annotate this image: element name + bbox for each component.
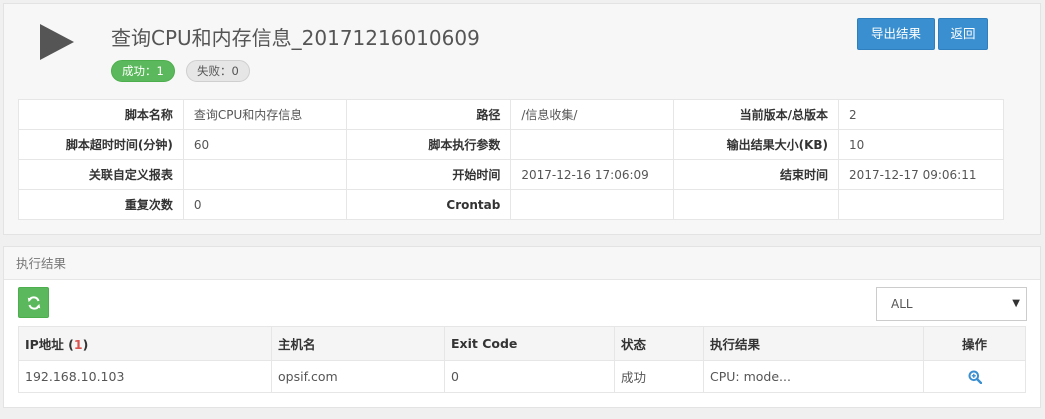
- column-header-actions: 操作: [923, 326, 1026, 361]
- info-key: 脚本名称: [18, 99, 184, 130]
- task-summary-panel: 查询CPU和内存信息_20171216010609 成功：1 失败：0 导出结果…: [3, 3, 1041, 235]
- info-value: 2017-12-17 09:06:11: [838, 159, 1004, 190]
- info-row: 关联自定义报表 开始时间 2017-12-16 17:06:09 结束时间 20…: [18, 159, 1004, 190]
- refresh-icon: [27, 295, 40, 310]
- info-key: 当前版本/总版本: [673, 99, 840, 130]
- caret-down-icon: ▼: [1012, 298, 1020, 309]
- info-value: [510, 189, 675, 220]
- status-filter-select[interactable]: ALL ▼: [876, 287, 1027, 321]
- refresh-button[interactable]: [18, 287, 49, 318]
- info-value: 2017-12-16 17:06:09: [510, 159, 675, 190]
- cell-exit-code: 0: [444, 360, 615, 393]
- info-key: 关联自定义报表: [18, 159, 184, 190]
- success-count-badge: 成功：1: [111, 60, 175, 82]
- column-header-result[interactable]: 执行结果: [703, 326, 924, 361]
- info-key: 路径: [345, 99, 512, 130]
- page-title: 查询CPU和内存信息_20171216010609: [111, 26, 480, 50]
- info-key: 重复次数: [18, 189, 184, 220]
- info-key: 开始时间: [345, 159, 512, 190]
- cell-result: CPU: mode...: [703, 360, 924, 393]
- results-header-row: IP地址 (1) 主机名 Exit Code 状态 执行结果 操作: [18, 326, 1026, 361]
- info-key: 脚本执行参数: [345, 129, 512, 160]
- info-value: 查询CPU和内存信息: [182, 99, 347, 130]
- table-row: 192.168.10.103 opsif.com 0 成功 CPU: mode.…: [18, 360, 1026, 393]
- info-key: 结束时间: [673, 159, 840, 190]
- results-table: IP地址 (1) 主机名 Exit Code 状态 执行结果 操作 192.16…: [18, 326, 1026, 393]
- column-header-exit-code[interactable]: Exit Code: [444, 326, 615, 361]
- info-value: [182, 159, 347, 190]
- info-key: 脚本超时时间(分钟): [18, 129, 184, 160]
- execution-results-panel: 执行结果 ALL ▼ IP地址 (1) 主机名 Exit Code 状态 执行结…: [3, 246, 1041, 408]
- column-header-status[interactable]: 状态: [614, 326, 704, 361]
- column-header-hostname[interactable]: 主机名: [271, 326, 445, 361]
- fail-count-badge: 失败：0: [186, 60, 250, 82]
- back-button[interactable]: 返回: [938, 18, 988, 50]
- info-value: 10: [838, 129, 1004, 160]
- info-value: 2: [838, 99, 1004, 130]
- script-info-table: 脚本名称 查询CPU和内存信息 路径 /信息收集/ 当前版本/总版本 2 脚本超…: [18, 99, 1004, 220]
- info-row: 重复次数 0 Crontab: [18, 189, 1004, 220]
- info-row: 脚本名称 查询CPU和内存信息 路径 /信息收集/ 当前版本/总版本 2: [18, 99, 1004, 130]
- info-key: 输出结果大小(KB): [673, 129, 840, 160]
- results-panel-title: 执行结果: [4, 247, 1040, 280]
- info-value: 0: [182, 189, 347, 220]
- cell-hostname: opsif.com: [271, 360, 445, 393]
- info-key: Crontab: [345, 189, 512, 220]
- zoom-in-icon[interactable]: [968, 370, 982, 385]
- info-value: [510, 129, 675, 160]
- cell-status: 成功: [614, 360, 704, 393]
- info-value: /信息收集/: [510, 99, 675, 130]
- info-row: 脚本超时时间(分钟) 60 脚本执行参数 输出结果大小(KB) 10: [18, 129, 1004, 160]
- info-key: [673, 189, 840, 220]
- status-filter-value: ALL: [891, 297, 913, 311]
- info-value: [838, 189, 1004, 220]
- cell-actions: [923, 360, 1026, 393]
- ip-count: 1: [73, 337, 83, 352]
- export-results-button[interactable]: 导出结果: [857, 18, 935, 50]
- cell-ip: 192.168.10.103: [18, 360, 272, 393]
- info-value: 60: [182, 129, 347, 160]
- play-icon: [40, 24, 74, 60]
- column-header-ip[interactable]: IP地址 (1): [18, 326, 272, 361]
